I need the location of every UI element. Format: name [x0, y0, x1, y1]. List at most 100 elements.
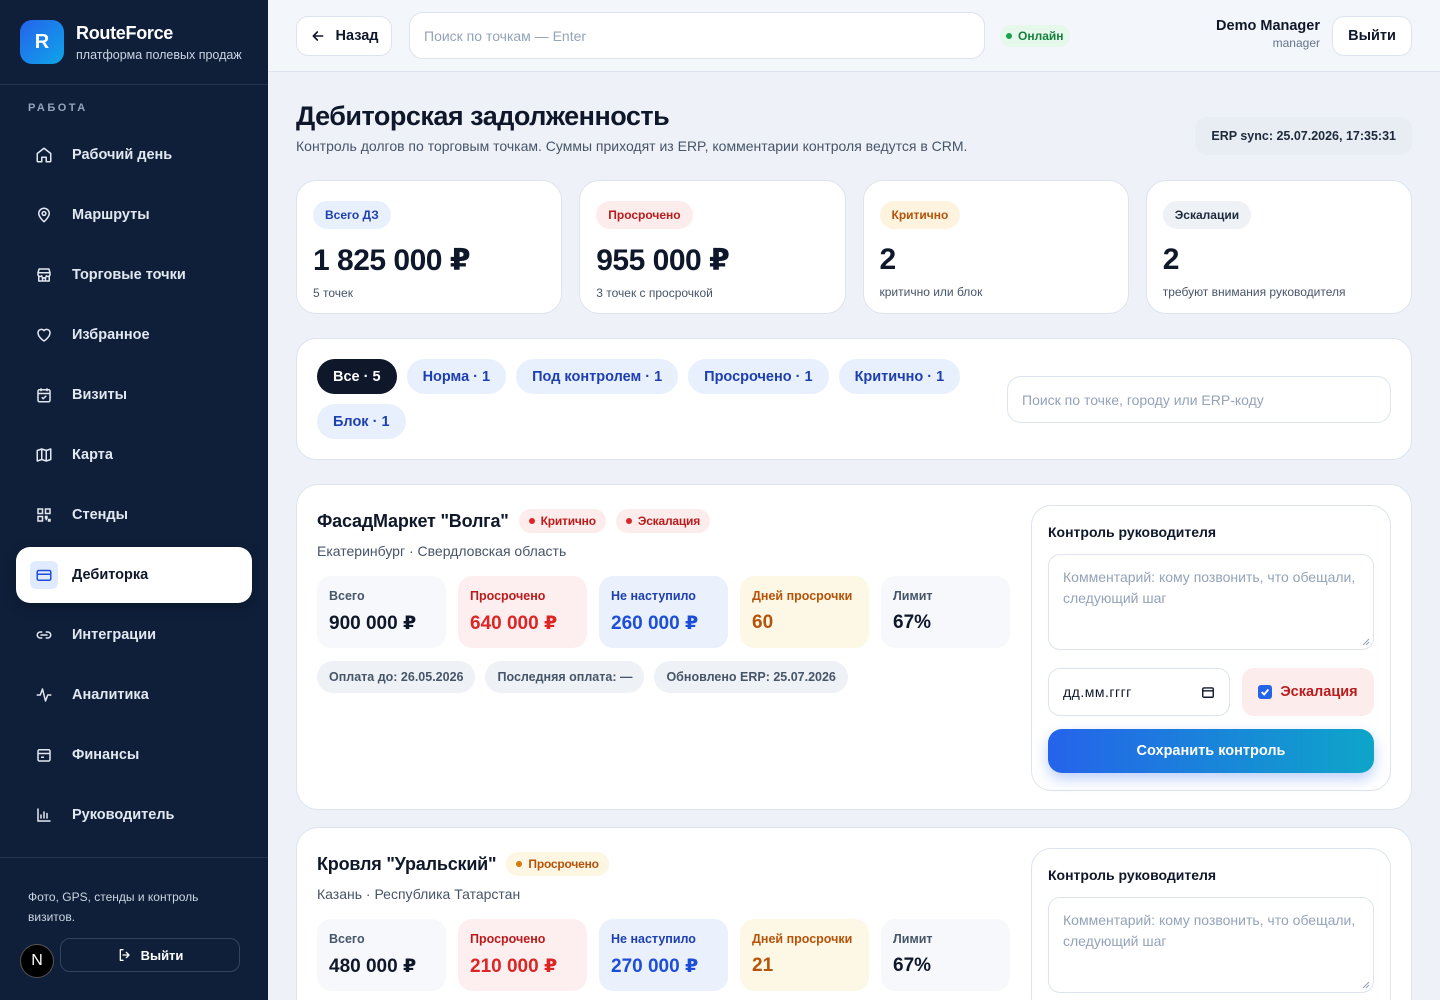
filter-chip-normal[interactable]: Норма · 1	[406, 359, 507, 394]
metric-not-due: Не наступило 260 000 ₽	[599, 576, 728, 648]
status-dot-icon	[1006, 33, 1012, 39]
heart-icon	[34, 325, 54, 345]
escalation-label: Эскалация	[1280, 684, 1358, 700]
page-title: Дебиторская задолженность	[296, 101, 670, 131]
status-badge-label: Критично	[540, 514, 596, 528]
sidebar-item-integrations[interactable]: Интеграции	[16, 607, 252, 663]
sidebar-item-label: Торговые точки	[72, 267, 186, 283]
checkbox-checked-icon[interactable]	[1258, 685, 1273, 699]
brand-subtitle: платформа полевых продаж	[76, 47, 242, 62]
comment-textarea[interactable]: Комментарий: кому позвонить, что обещали…	[1048, 554, 1374, 650]
topbar: Назад Поиск по точкам — Enter Онлайн Dem…	[268, 0, 1440, 72]
metric-value: 900 000 ₽	[329, 613, 417, 634]
date-input[interactable]: дд.мм.гггг	[1048, 668, 1230, 716]
home-icon	[34, 145, 54, 165]
stat-value: 955 000 ₽	[596, 244, 730, 277]
stat-note: критично или блок	[879, 285, 983, 299]
resize-handle-icon[interactable]	[1360, 979, 1370, 989]
metric-label: Просрочено	[470, 932, 546, 946]
sidebar-item-label: Избранное	[72, 327, 150, 343]
status-badge: Критично	[518, 509, 606, 533]
sidebar-item-manager[interactable]: Руководитель	[16, 787, 252, 843]
sidebar-item-label: Финансы	[72, 747, 140, 763]
metric-overdue: Просрочено 210 000 ₽	[458, 919, 587, 991]
metric-label: Лимит	[893, 589, 933, 603]
search-placeholder: Поиск по точкам — Enter	[424, 27, 587, 44]
outlet-location: Екатеринбург · Свердловская область	[317, 543, 567, 559]
sidebar-item-receivables[interactable]: Дебиторка	[16, 547, 252, 603]
sidebar-item-analytics[interactable]: Аналитика	[16, 667, 252, 723]
metric-value: 21	[752, 955, 774, 976]
back-button[interactable]: Назад	[296, 16, 392, 56]
filter-chip-under-control[interactable]: Под контролем · 1	[516, 359, 679, 394]
stat-card-critical: Критично 2 критично или блок	[862, 180, 1129, 314]
status-badge-label: Просрочено	[528, 857, 599, 871]
user-info: Demo Manager manager	[1216, 18, 1320, 50]
metric-value: 480 000 ₽	[329, 956, 417, 977]
search-input[interactable]: Поиск по точкам — Enter	[409, 12, 985, 59]
escalation-badge-label: Эскалация	[637, 514, 701, 528]
save-control-button[interactable]: Сохранить контроль	[1048, 729, 1374, 773]
stat-value: 2	[1162, 243, 1180, 276]
sidebar-item-label: Аналитика	[72, 687, 149, 703]
stat-note: 3 точек с просрочкой	[596, 286, 713, 300]
filter-chip-all[interactable]: Все · 5	[317, 359, 397, 394]
resize-handle-icon[interactable]	[1360, 636, 1370, 646]
metric-overdue-days: Дней просрочки 60	[740, 576, 869, 648]
metric-label: Всего	[329, 589, 365, 603]
main-content: Дебиторская задолженность Контроль долго…	[268, 72, 1440, 1000]
sidebar-item-finance[interactable]: Финансы	[16, 727, 252, 783]
map-pin-icon	[34, 205, 54, 225]
filter-chip-overdue[interactable]: Просрочено · 1	[688, 359, 829, 394]
outlet-name[interactable]: Кровля "Уральский"	[317, 854, 497, 875]
filter-chip-critical[interactable]: Критично · 1	[838, 359, 961, 394]
sidebar-nav: Рабочий день Маршруты Торговые точки Изб…	[0, 127, 268, 843]
escalation-checkbox[interactable]: Эскалация	[1242, 668, 1374, 716]
exit-button[interactable]: Выйти	[1332, 16, 1412, 56]
link-icon	[34, 625, 54, 645]
sidebar-item-stands[interactable]: Стенды	[16, 487, 252, 543]
sidebar-item-workday[interactable]: Рабочий день	[16, 127, 252, 183]
filter-search-input[interactable]: Поиск по точке, городу или ERP-коду	[1007, 376, 1391, 423]
sidebar-item-favorites[interactable]: Избранное	[16, 307, 252, 363]
avatar[interactable]: N	[20, 944, 54, 978]
metric-label: Не наступило	[611, 589, 696, 603]
stat-note: требуют внимания руководителя	[1162, 285, 1346, 299]
back-label: Назад	[335, 28, 379, 44]
last-payment-pill: Последняя оплата: —	[485, 661, 645, 693]
calendar-icon[interactable]	[1201, 685, 1215, 699]
filter-search-placeholder: Поиск по точке, городу или ERP-коду	[1022, 391, 1264, 408]
comment-textarea[interactable]: Комментарий: кому позвонить, что обещали…	[1048, 897, 1374, 993]
sidebar-item-outlets[interactable]: Торговые точки	[16, 247, 252, 303]
status-badge: Просрочено	[506, 852, 609, 876]
status-label: Онлайн	[1018, 29, 1064, 43]
bar-chart-icon	[34, 805, 54, 825]
brand[interactable]: R RouteForce платформа полевых продаж	[0, 0, 268, 85]
status-dot-icon	[516, 861, 523, 867]
calendar-check-icon	[34, 385, 54, 405]
stats-row: Всего ДЗ 1 825 000 ₽ 5 точек Просрочено …	[296, 180, 1412, 314]
outlet-location: Казань · Республика Татарстан	[317, 886, 521, 902]
metric-value: 210 000 ₽	[470, 956, 558, 977]
filter-chip-block[interactable]: Блок · 1	[317, 404, 406, 439]
debt-title-row: Кровля "Уральский" Просрочено	[317, 852, 609, 876]
stat-label: Эскалации	[1162, 201, 1252, 229]
sidebar-logout-button[interactable]: Выйти	[60, 938, 240, 972]
sidebar-item-routes[interactable]: Маршруты	[16, 187, 252, 243]
map-icon	[34, 445, 54, 465]
nav-section-label: РАБОТА	[28, 102, 88, 114]
sidebar-item-visits[interactable]: Визиты	[16, 367, 252, 423]
metric-label: Просрочено	[470, 589, 546, 603]
user-name: Demo Manager	[1216, 18, 1320, 34]
sidebar-footer-text: Фото, GPS, стенды и контроль визитов.	[28, 890, 199, 924]
activity-icon	[34, 685, 54, 705]
metric-label: Лимит	[893, 932, 933, 946]
stat-value: 1 825 000 ₽	[313, 244, 471, 277]
outlet-name[interactable]: ФасадМаркет "Волга"	[317, 511, 509, 532]
sidebar-item-map[interactable]: Карта	[16, 427, 252, 483]
qr-grid-icon	[34, 505, 54, 525]
escalation-badge: Эскалация	[615, 509, 711, 533]
erp-updated-pill: Обновлено ERP: 25.07.2026	[654, 661, 848, 693]
control-title: Контроль руководителя	[1048, 867, 1217, 883]
metric-label: Не наступило	[611, 932, 696, 946]
